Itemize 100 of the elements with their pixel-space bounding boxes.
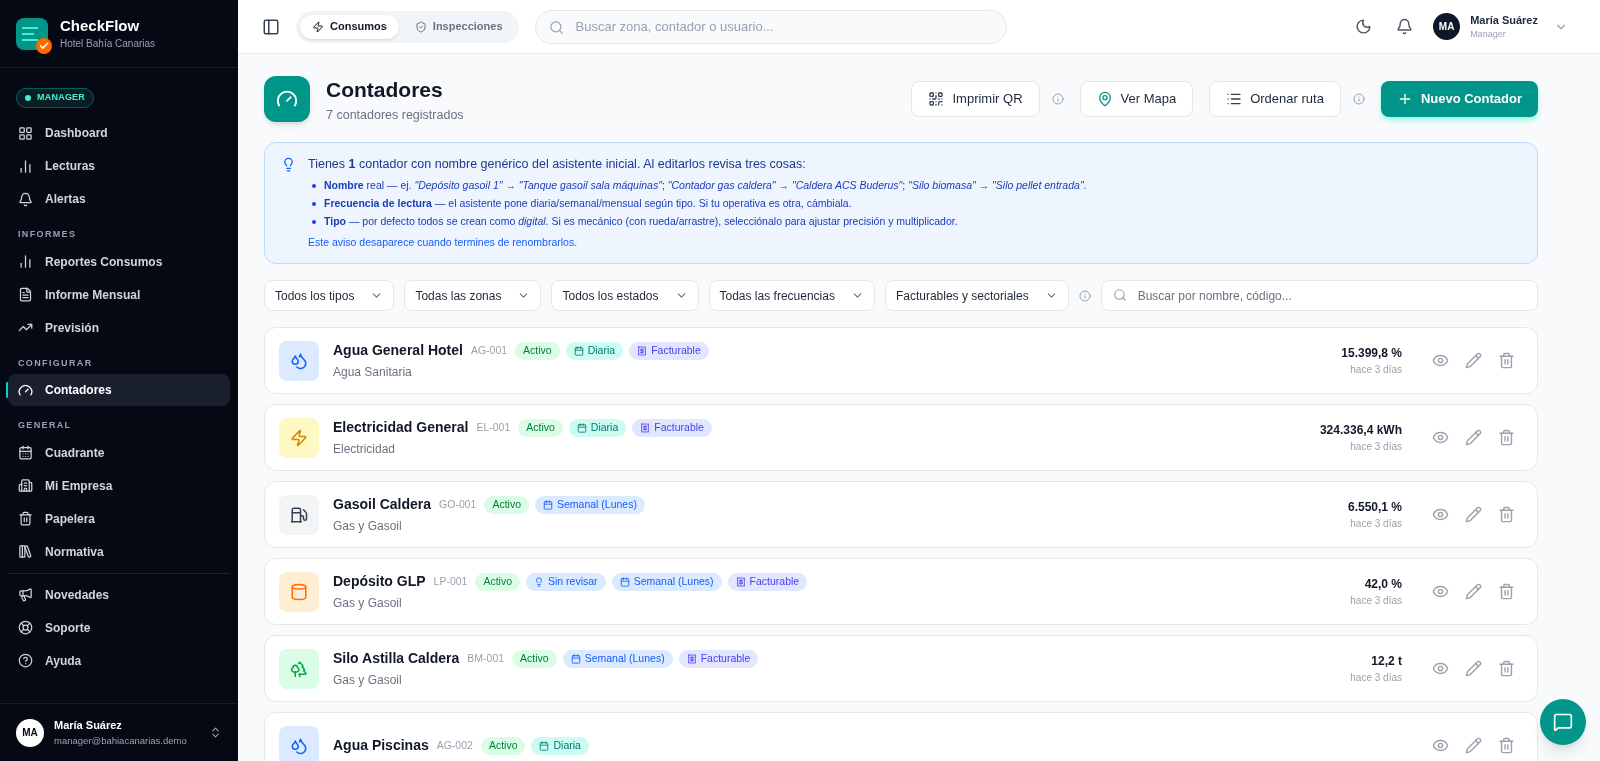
meter-name: Agua General Hotel (333, 341, 463, 360)
tag: Activo (484, 495, 529, 514)
view-icon[interactable] (1432, 429, 1449, 446)
nav-item[interactable]: Lecturas (8, 150, 230, 182)
meter-category: Gas y Gasoil (333, 595, 403, 612)
nav-item[interactable]: Alertas (8, 183, 230, 215)
view-icon[interactable] (1432, 737, 1449, 754)
filter-dropdown[interactable]: Facturables y sectoriales (884, 280, 1069, 311)
filter-dropdown[interactable]: Todos los tipos (264, 280, 395, 311)
meter-card[interactable]: Silo Astilla Caldera BM-001 Activo Semanal (Lunes) Facturable Gas y Gasoil 12,2 t hace 3 días (264, 635, 1538, 702)
info-icon[interactable] (1051, 93, 1064, 106)
gauge-icon (18, 382, 33, 398)
meter-reading: 324.336,4 kWh (1319, 422, 1402, 439)
nav-item[interactable]: Mi Empresa (8, 469, 230, 502)
edit-icon[interactable] (1465, 737, 1482, 754)
delete-icon[interactable] (1498, 583, 1515, 600)
meter-card[interactable]: Depósito GLP LP-001 Activo Sin revisar Semanal (Lunes) Facturable Gas y Gasoil 42,0 % hace 3 días (264, 558, 1538, 625)
nav-item[interactable]: Normativa (8, 535, 230, 568)
notice-footer: Este aviso desaparece cuando termines de renombrarlos. (308, 235, 1087, 251)
bell-icon (18, 191, 33, 207)
dark-mode-icon[interactable] (1355, 18, 1373, 35)
nav-item[interactable]: Reportes Consumos (8, 245, 230, 278)
tag: Activo (512, 649, 557, 668)
nav-item[interactable]: Papelera (8, 502, 230, 535)
meter-name: Electricidad General (333, 418, 469, 437)
delete-icon[interactable] (1498, 660, 1515, 677)
search-field[interactable]: Buscar zona, contador o usuario... (534, 9, 1007, 44)
tag: Activo (518, 418, 563, 437)
tag: Facturable (632, 418, 712, 437)
chat-button[interactable] (1540, 699, 1586, 745)
tag: Facturable (629, 341, 709, 360)
edit-icon[interactable] (1465, 429, 1482, 446)
meter-category: Gas y Gasoil (333, 518, 403, 535)
search-field[interactable]: Buscar por nombre, código... (1100, 280, 1538, 311)
tag: Diaria (531, 736, 589, 755)
nav-item[interactable]: Ayuda (8, 644, 230, 677)
action-button[interactable]: Ver Mapa (1079, 81, 1194, 118)
action-button[interactable]: Nuevo Contador (1380, 81, 1538, 118)
action-button[interactable]: Ordenar ruta (1209, 81, 1341, 118)
section-heading: CONFIGURAR (17, 356, 94, 370)
user-role: Manager (1470, 28, 1507, 41)
sidebar-toggle-icon[interactable] (262, 17, 280, 36)
delete-icon[interactable] (1498, 506, 1515, 523)
search-icon (548, 19, 564, 35)
meter-code: EL-001 (476, 419, 511, 435)
meter-category: Gas y Gasoil (333, 672, 403, 689)
delete-icon[interactable] (1498, 352, 1515, 369)
megaphone-icon (18, 587, 33, 602)
section-heading: INFORMES (17, 228, 78, 241)
calendar-icon (18, 445, 33, 460)
filter-dropdown[interactable]: Todas las zonas (404, 280, 542, 311)
section-heading: GENERAL (17, 419, 73, 432)
info-icon[interactable] (1352, 93, 1365, 106)
map-pin-icon (1096, 91, 1113, 108)
edit-icon[interactable] (1465, 660, 1482, 677)
nav-item[interactable]: Contadores (8, 374, 230, 406)
help-icon (18, 653, 33, 668)
tag: Facturable (727, 572, 808, 591)
reading-time: hace 3 días (1350, 594, 1402, 608)
mode-tab[interactable]: Consumos (300, 14, 399, 39)
meter-reading: 6.550,1 % (1347, 499, 1402, 516)
nav-item[interactable]: Cuadrante (8, 436, 230, 469)
filter-dropdown[interactable]: Todas las frecuencias (708, 280, 875, 311)
receipt-icon (637, 345, 648, 356)
filter-dropdown[interactable]: Todos los estados (551, 280, 699, 311)
meter-reading: 15.399,8 % (1341, 345, 1402, 362)
meter-card[interactable]: Agua Piscinas AG-002 Activo Diaria (264, 712, 1538, 761)
meter-card[interactable]: Agua General Hotel AG-001 Activo Diaria Facturable Agua Sanitaria 15.399,8 % hace 3 días (264, 327, 1538, 394)
notifications-icon[interactable] (1396, 18, 1414, 35)
tag: Activo (480, 736, 526, 755)
edit-icon[interactable] (1465, 506, 1482, 523)
meter-card[interactable]: Gasoil Caldera GO-001 Activo Semanal (Lunes) Gas y Gasoil 6.550,1 % hace 3 días (264, 481, 1538, 548)
nav-item[interactable]: Novedades (8, 578, 230, 611)
page-subtitle: 7 contadores registrados (326, 106, 465, 124)
mode-tab[interactable]: Inspecciones (402, 14, 515, 39)
calendar-icon (539, 740, 550, 751)
info-icon[interactable] (1078, 289, 1091, 302)
delete-icon[interactable] (1498, 429, 1515, 446)
expand-icon[interactable] (209, 726, 222, 739)
chat-icon (1553, 712, 1573, 732)
view-icon[interactable] (1432, 660, 1449, 677)
view-icon[interactable] (1432, 506, 1449, 523)
nav-item[interactable]: Soporte (8, 611, 230, 644)
action-button[interactable]: Imprimir QR (911, 81, 1040, 118)
edit-icon[interactable] (1465, 583, 1482, 600)
grid-icon (18, 125, 33, 141)
user-avatar[interactable]: MA (1433, 13, 1461, 40)
tag: Semanal (Lunes) (535, 495, 645, 514)
nav-item[interactable]: Dashboard (8, 117, 230, 149)
user-avatar: MA (16, 718, 44, 747)
reading-time: hace 3 días (1350, 517, 1402, 531)
meter-name: Agua Piscinas (333, 736, 429, 755)
edit-icon[interactable] (1465, 352, 1482, 369)
nav-item[interactable]: Previsión (8, 311, 230, 344)
meter-code: BM-001 (467, 650, 505, 666)
view-icon[interactable] (1432, 583, 1449, 600)
delete-icon[interactable] (1498, 737, 1515, 754)
nav-item[interactable]: Informe Mensual (8, 278, 230, 311)
meter-card[interactable]: Electricidad General EL-001 Activo Diaria Facturable Electricidad 324.336,4 kWh hace 3 días (264, 404, 1538, 471)
view-icon[interactable] (1432, 352, 1449, 369)
